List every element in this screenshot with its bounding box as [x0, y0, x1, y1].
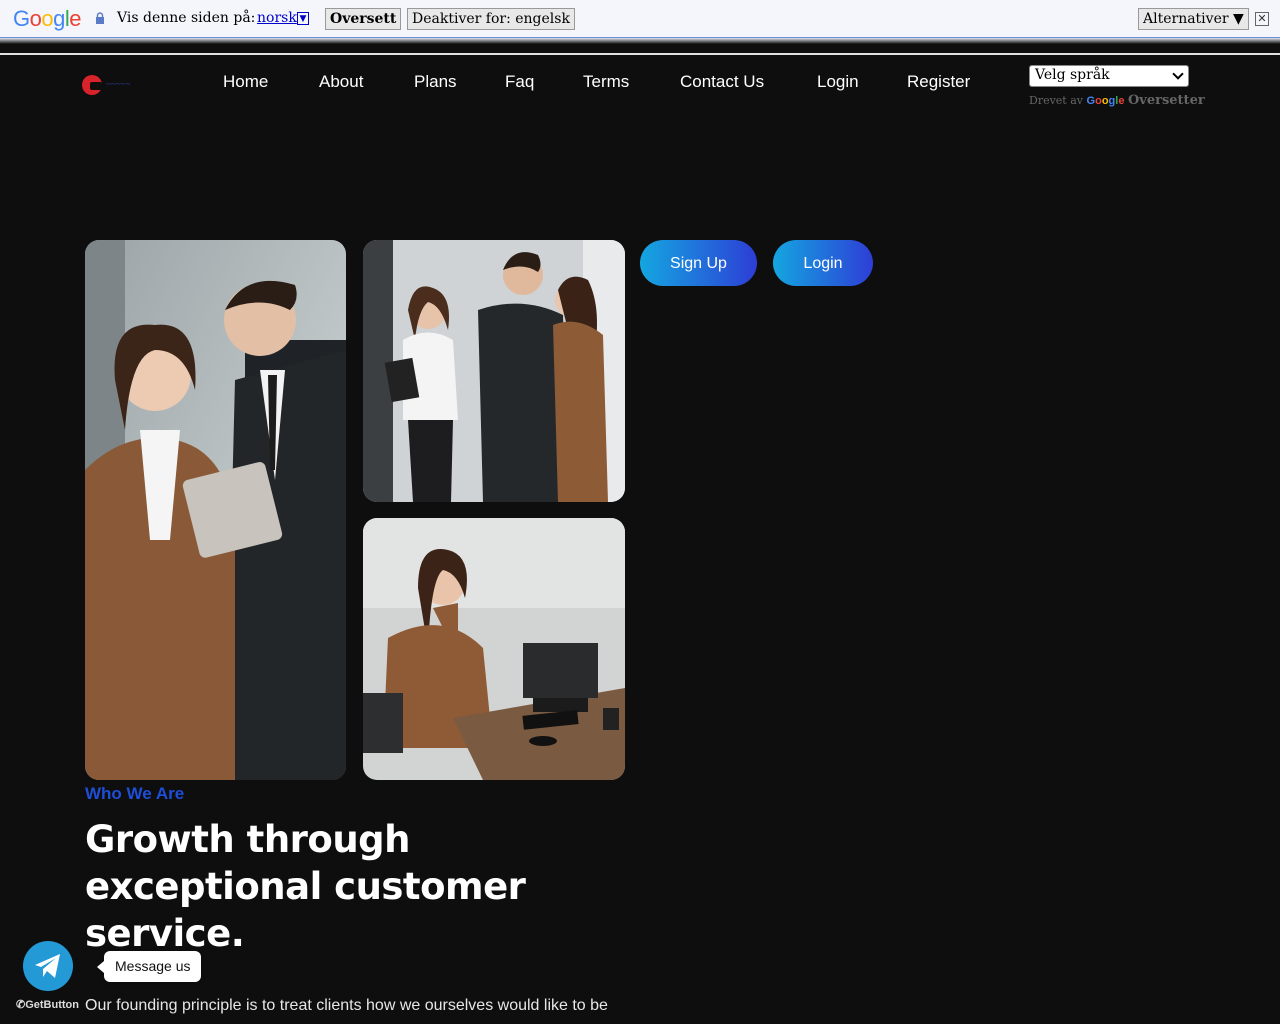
section-eyebrow: Who We Are [85, 784, 185, 803]
getbutton-label: GetButton [25, 999, 79, 1011]
photo-team-standing [363, 240, 625, 502]
powered-by-google: Drevet av Google Oversetter [1029, 93, 1205, 108]
nav-register[interactable]: Register [907, 72, 970, 92]
close-icon[interactable]: ✕ [1255, 12, 1269, 26]
lock-icon [96, 12, 104, 24]
telegram-chat-button[interactable] [23, 941, 73, 991]
section-paragraph: Our founding principle is to treat clien… [85, 997, 608, 1014]
photo-colleagues-tablet [85, 240, 346, 780]
getbutton-icon: ✆ [16, 999, 26, 1011]
powered-product[interactable]: Oversetter [1128, 93, 1205, 108]
translate-language-link[interactable]: norsk [257, 10, 297, 26]
nav-login[interactable]: Login [817, 72, 859, 92]
translate-options-button[interactable]: Alternativer ▼ [1138, 8, 1249, 30]
getbutton-brand[interactable]: ✆GetButton [16, 998, 79, 1011]
nav-contact-us[interactable]: Contact Us [680, 72, 764, 92]
message-us-tooltip[interactable]: Message us [96, 951, 202, 982]
signup-button[interactable]: Sign Up [640, 240, 757, 286]
photo-woman-phone-desk [363, 518, 625, 780]
disable-translate-button[interactable]: Deaktiver for: engelsk [407, 8, 575, 30]
nav-plans[interactable]: Plans [414, 72, 457, 92]
translate-bar-shadow [0, 38, 1280, 44]
telegram-icon [35, 954, 60, 978]
language-dropdown-icon[interactable]: ▼ [297, 12, 309, 25]
site-logo[interactable]: ~~~~~ [82, 74, 162, 96]
translate-prompt: Vis denne siden på: [117, 10, 256, 26]
powered-prefix: Drevet av [1029, 94, 1084, 107]
google-logo: Google [13, 6, 82, 31]
header-divider [0, 53, 1280, 55]
language-select[interactable]: Velg språk [1029, 65, 1189, 87]
login-button[interactable]: Login [773, 240, 873, 286]
nav-faq[interactable]: Faq [505, 72, 534, 92]
nav-home[interactable]: Home [223, 72, 268, 92]
nav-terms[interactable]: Terms [583, 72, 629, 92]
nav-about[interactable]: About [319, 72, 363, 92]
logo-wordmark: ~~~~~ [106, 79, 131, 89]
translate-bar: Google Vis denne siden på: norsk ▼ Overs… [0, 0, 1280, 38]
chevron-down-icon [1172, 68, 1184, 80]
language-select-value: Velg språk [1035, 67, 1110, 83]
google-mini-logo[interactable]: Google [1087, 95, 1125, 107]
section-headline: Growth through exceptional customer serv… [85, 818, 526, 955]
logo-mark-icon [82, 75, 102, 95]
translate-button[interactable]: Oversett [325, 8, 402, 30]
